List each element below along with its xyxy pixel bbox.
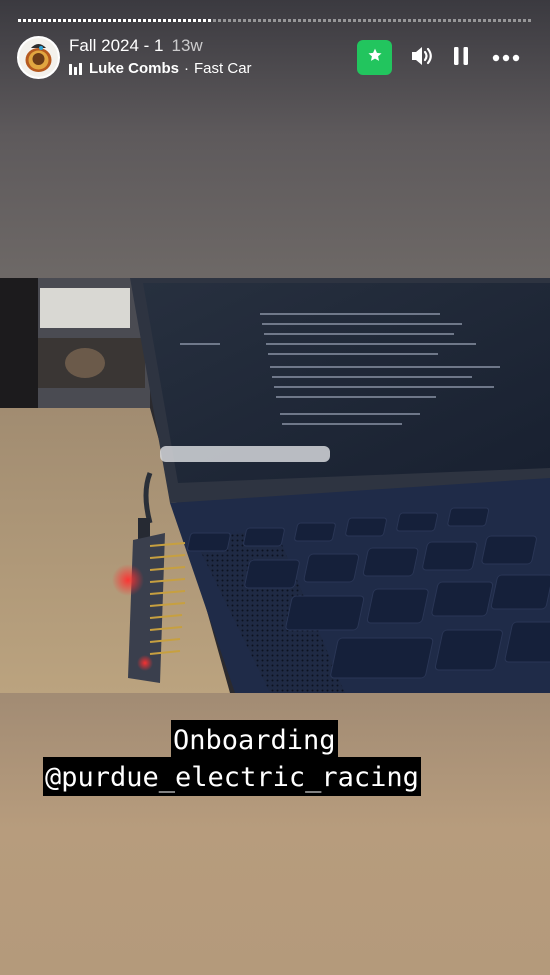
more-options-button[interactable] <box>490 40 522 76</box>
volume-button[interactable] <box>409 40 435 76</box>
favorite-button[interactable] <box>357 40 392 75</box>
story-photo <box>0 278 550 693</box>
star-icon <box>367 47 383 68</box>
caption-mention[interactable]: @purdue_electric_racing <box>43 757 421 796</box>
pause-button[interactable] <box>449 40 473 76</box>
more-icon <box>492 49 520 67</box>
story-progress-bar <box>18 19 532 22</box>
caption-line-1: Onboarding <box>171 720 338 759</box>
pause-icon <box>453 46 469 71</box>
progress-fill <box>18 19 214 22</box>
volume-icon <box>410 45 434 72</box>
story-controls <box>0 40 550 76</box>
story-viewer[interactable]: Fall 2024 - 113w Luke Combs·Fast Car <box>0 0 550 975</box>
